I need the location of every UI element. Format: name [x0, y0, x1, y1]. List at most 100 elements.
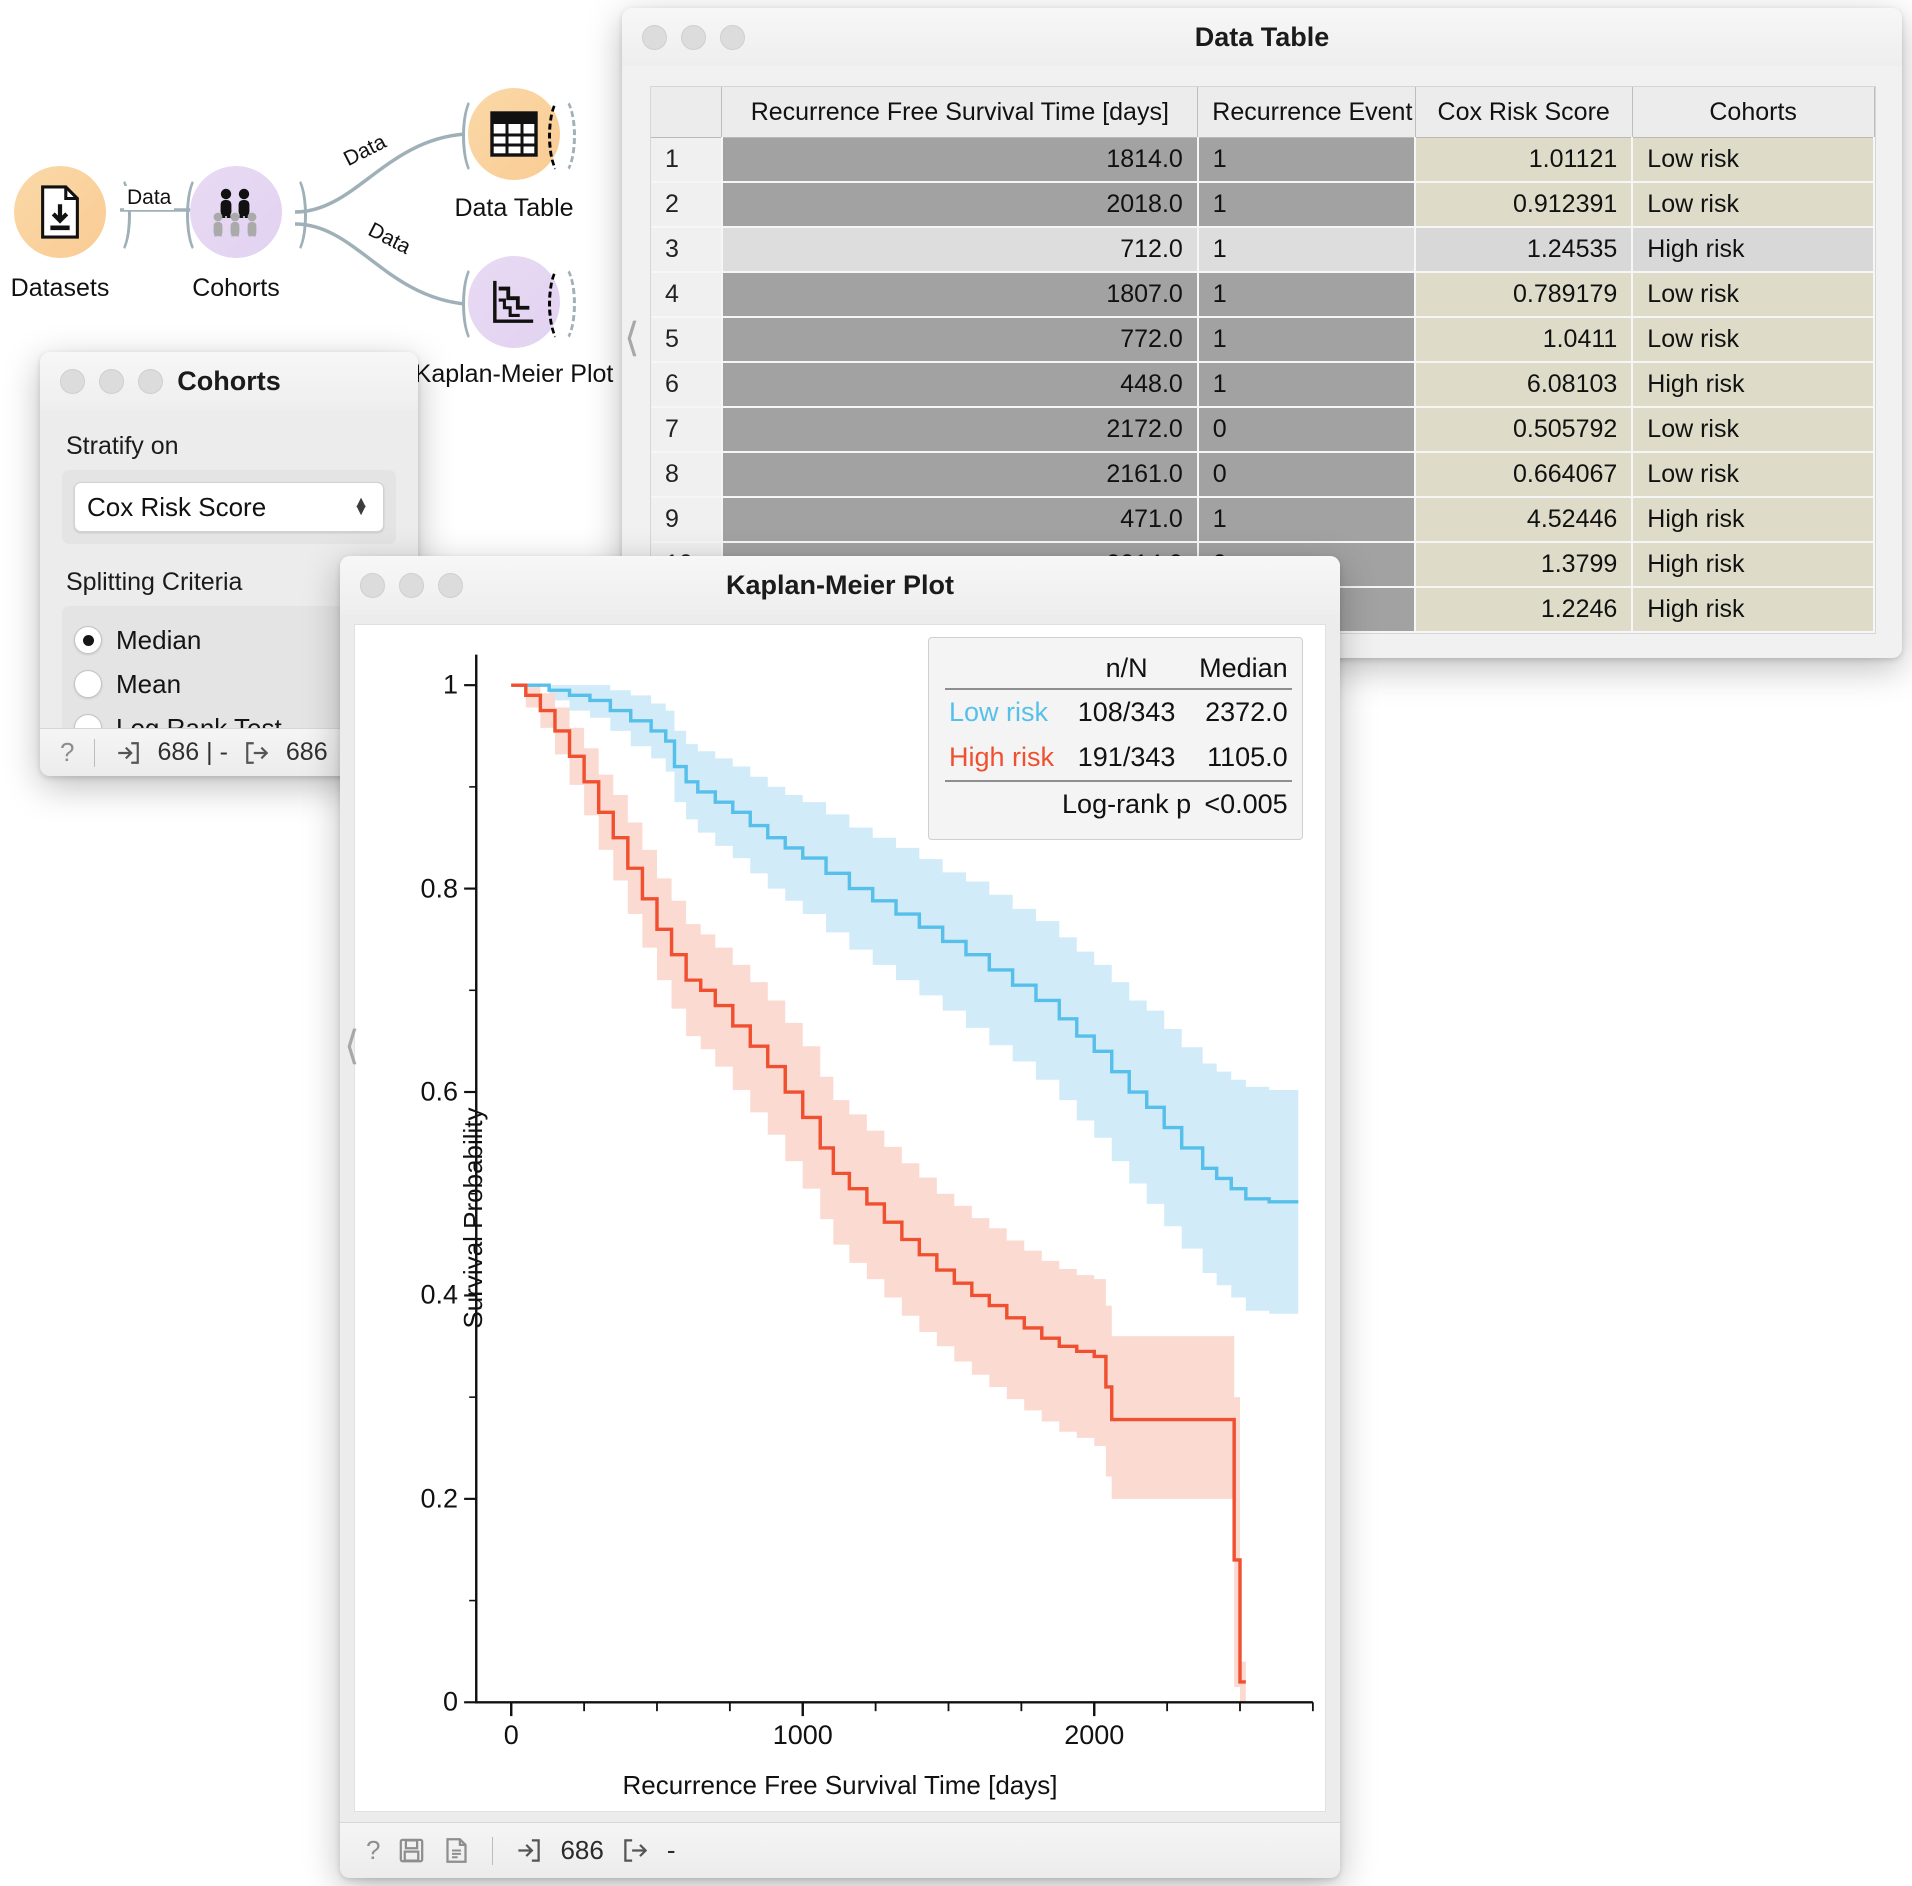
chevron-updown-icon: ▲ ▼	[353, 494, 369, 519]
km-titlebar[interactable]: Kaplan-Meier Plot	[340, 556, 1340, 615]
cell-cox-risk-score[interactable]: 0.912391	[1415, 182, 1634, 228]
save-icon[interactable]	[398, 1837, 425, 1864]
row-index: 3	[651, 227, 723, 273]
legend-median-high-risk: 1105.0	[1207, 742, 1288, 772]
cell-recurrence-event[interactable]: 1	[1197, 497, 1417, 543]
legend-row-low-risk: Low risk 108/343 2372.0	[945, 690, 1292, 735]
document-icon[interactable]	[443, 1837, 470, 1864]
cell-cohort[interactable]: High risk	[1632, 497, 1875, 543]
cell-recurrence-event[interactable]: 1	[1197, 317, 1417, 363]
legend-logrank-value: <0.005	[1204, 789, 1288, 819]
cell-recurrence-event[interactable]: 0	[1197, 407, 1417, 453]
stratify-on-label: Stratify on	[66, 432, 179, 460]
workflow-node-data-table[interactable]	[468, 88, 560, 180]
data-table-scroll[interactable]: Recurrence Free Survival Time [days] Rec…	[650, 86, 1876, 634]
cell-survival-time[interactable]: 1807.0	[721, 272, 1199, 318]
cell-survival-time[interactable]: 448.0	[721, 362, 1199, 408]
cell-cox-risk-score[interactable]: 4.52446	[1415, 497, 1634, 543]
collapse-left-chevron-km[interactable]: ⟨	[344, 1026, 360, 1066]
cell-cox-risk-score[interactable]: 1.0411	[1415, 317, 1634, 363]
stratify-select-value: Cox Risk Score	[87, 491, 267, 522]
workflow-node-kaplan-meier[interactable]	[468, 256, 560, 348]
cell-cox-risk-score[interactable]: 0.789179	[1415, 272, 1634, 318]
cell-cohort[interactable]: High risk	[1632, 542, 1875, 588]
cell-cox-risk-score[interactable]: 1.24535	[1415, 227, 1634, 273]
cell-cox-risk-score[interactable]: 1.01121	[1415, 137, 1634, 183]
table-row[interactable]: 6 448.0 1 6.08103 High risk	[651, 362, 1875, 408]
cell-recurrence-event[interactable]: 1	[1197, 362, 1417, 408]
x-axis-label: Recurrence Free Survival Time [days]	[622, 1770, 1058, 1800]
header-time[interactable]: Recurrence Free Survival Time [days]	[721, 87, 1199, 138]
km-statusbar: ? 686 -	[340, 1822, 1340, 1878]
cell-cohort[interactable]: High risk	[1632, 632, 1875, 633]
table-row[interactable]: 1 1814.0 1 1.01121 Low risk	[651, 137, 1875, 183]
table-row[interactable]: 9 471.0 1 4.52446 High risk	[651, 497, 1875, 543]
cell-survival-time[interactable]: 2018.0	[721, 182, 1199, 228]
cell-cox-risk-score[interactable]: 0.505792	[1415, 407, 1634, 453]
help-icon[interactable]: ?	[60, 737, 74, 768]
table-row[interactable]: 2 2018.0 1 0.912391 Low risk	[651, 182, 1875, 228]
data-table[interactable]: Recurrence Free Survival Time [days] Rec…	[651, 87, 1875, 633]
legend-label-low-risk: Low risk	[949, 697, 1049, 727]
cell-cox-risk-score[interactable]: 0.664067	[1415, 452, 1634, 498]
cell-cox-risk-score[interactable]: 1.06213	[1415, 632, 1634, 633]
cell-survival-time[interactable]: 2172.0	[721, 407, 1199, 453]
workflow-node-datasets[interactable]	[14, 166, 106, 258]
cell-cox-risk-score[interactable]: 1.3799	[1415, 542, 1634, 588]
cell-cox-risk-score[interactable]: 1.2246	[1415, 587, 1634, 633]
data-table-titlebar[interactable]: Data Table	[622, 8, 1902, 67]
cell-recurrence-event[interactable]: 1	[1197, 272, 1417, 318]
node-port-out-km[interactable]	[548, 264, 576, 344]
stratify-select[interactable]: Cox Risk Score ▲ ▼	[74, 482, 384, 532]
node-port-out-datatable[interactable]	[548, 96, 576, 176]
cell-cohort[interactable]: Low risk	[1632, 317, 1875, 363]
help-icon[interactable]: ?	[366, 1835, 380, 1866]
cell-survival-time[interactable]: 712.0	[721, 227, 1199, 273]
table-row[interactable]: 8 2161.0 0 0.664067 Low risk	[651, 452, 1875, 498]
cell-cohort[interactable]: Low risk	[1632, 452, 1875, 498]
header-event[interactable]: Recurrence Event	[1197, 87, 1416, 138]
workflow-edge-label-1: Data	[124, 186, 175, 210]
radio-option-mean[interactable]: Mean	[74, 662, 384, 706]
header-score[interactable]: Cox Risk Score	[1415, 87, 1633, 138]
cell-cohort[interactable]: Low risk	[1632, 182, 1875, 228]
cell-cohort[interactable]: Low risk	[1632, 407, 1875, 453]
cell-cohort[interactable]: Low risk	[1632, 137, 1875, 183]
cell-recurrence-event[interactable]: 1	[1197, 227, 1417, 273]
radio-option-median[interactable]: Median	[74, 618, 384, 662]
table-row[interactable]: 3 712.0 1 1.24535 High risk	[651, 227, 1875, 273]
km-body: 0 0.2 0.4 0.6 0.8 1 0 1000 2000 Survival Probab…	[340, 614, 1340, 1822]
cell-cohort[interactable]: High risk	[1632, 362, 1875, 408]
workflow-node-label-cohorts: Cohorts	[192, 274, 280, 302]
row-index: 8	[651, 452, 723, 498]
radio-button[interactable]	[74, 670, 102, 698]
radio-button[interactable]	[74, 626, 102, 654]
cell-cox-risk-score[interactable]: 6.08103	[1415, 362, 1634, 408]
cell-cohort[interactable]: High risk	[1632, 227, 1875, 273]
workflow-node-label-datasets: Datasets	[10, 274, 110, 302]
km-plot-area[interactable]: 0 0.2 0.4 0.6 0.8 1 0 1000 2000 Survival Probab…	[354, 624, 1326, 1812]
table-row[interactable]: 4 1807.0 1 0.789179 Low risk	[651, 272, 1875, 318]
cell-recurrence-event[interactable]: 1	[1197, 137, 1417, 183]
collapse-left-chevron-table[interactable]: ⟨	[624, 318, 640, 358]
cell-cohort[interactable]: Low risk	[1632, 272, 1875, 318]
table-row[interactable]: 7 2172.0 0 0.505792 Low risk	[651, 407, 1875, 453]
radio-label: Mean	[116, 668, 182, 699]
cell-survival-time[interactable]: 471.0	[721, 497, 1199, 543]
legend-blank-cell	[945, 782, 1058, 827]
workflow-node-cohorts[interactable]	[190, 166, 282, 258]
cell-recurrence-event[interactable]: 0	[1197, 452, 1417, 498]
header-cohorts[interactable]: Cohorts	[1632, 87, 1875, 138]
cell-survival-time[interactable]: 2161.0	[721, 452, 1199, 498]
cell-cohort[interactable]: High risk	[1632, 587, 1875, 633]
cell-recurrence-event[interactable]: 1	[1197, 182, 1417, 228]
cell-survival-time[interactable]: 772.0	[721, 317, 1199, 363]
cell-survival-time[interactable]: 1814.0	[721, 137, 1199, 183]
people-group-icon	[213, 188, 257, 237]
statusbar-divider	[492, 1836, 494, 1865]
kaplan-meier-window[interactable]: Kaplan-Meier Plot 0 0.2 0.4 0.6 0.8 1 0 1000 20…	[340, 556, 1340, 1878]
input-arrow-icon	[118, 741, 140, 764]
header-index	[651, 87, 723, 138]
table-row[interactable]: 5 772.0 1 1.0411 Low risk	[651, 317, 1875, 363]
cohorts-titlebar[interactable]: Cohorts	[40, 352, 418, 411]
